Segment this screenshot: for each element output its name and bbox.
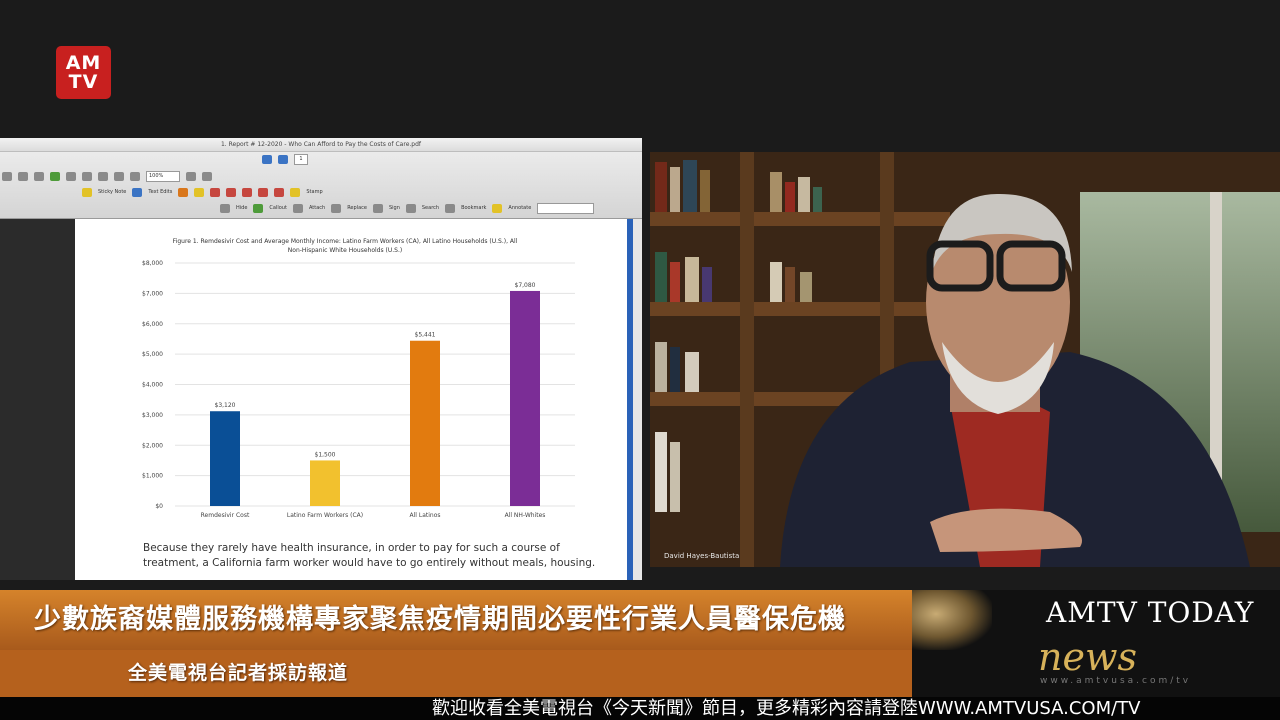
brand-url: www.amtvusa.com/tv	[1040, 676, 1192, 686]
bar	[310, 460, 340, 506]
bookmark-label[interactable]: Bookmark	[461, 205, 486, 211]
zoom-field[interactable]: 100%	[146, 170, 180, 182]
highlight-icon[interactable]	[194, 187, 205, 197]
amtv-today-brand: AMTV TODAY news www.amtvusa.com/tv	[912, 590, 1280, 697]
brand-title: AMTV TODAY	[1046, 596, 1255, 629]
bookmark-icon[interactable]	[445, 203, 456, 213]
bar	[410, 340, 440, 506]
fit-page-icon[interactable]	[202, 171, 212, 181]
y-tick-label: $4,000	[142, 382, 163, 389]
sign-icon[interactable]	[372, 203, 383, 213]
subline-bar: 全美電視台記者採訪報道	[0, 650, 912, 697]
sidebar-icon[interactable]	[2, 171, 12, 181]
stamp-label[interactable]: Stamp	[306, 189, 322, 195]
attach-icon[interactable]	[292, 203, 303, 213]
sticky-note-icon[interactable]	[82, 187, 92, 197]
bar	[510, 290, 540, 506]
zoom-out-icon[interactable]	[82, 171, 92, 181]
replace-icon[interactable]	[331, 203, 342, 213]
pdf-page: Figure 1. Remdesivir Cost and Average Mo…	[75, 219, 627, 580]
text-edits-icon[interactable]	[132, 187, 143, 197]
x-category-label: Latino Farm Workers (CA)	[287, 512, 363, 519]
y-tick-label: $6,000	[142, 321, 163, 328]
logo-line-2: TV	[68, 70, 99, 93]
stamp-tool-icon[interactable]	[290, 187, 301, 197]
bar-value-label: $5,441	[415, 332, 436, 339]
share-icon[interactable]	[50, 171, 60, 181]
print-icon[interactable]	[18, 171, 28, 181]
rectangle-icon[interactable]	[226, 187, 237, 197]
subline-text: 全美電視台記者採訪報道	[128, 662, 349, 684]
pdf-toolbar: 1 100% Sticky Note Text Edits Stamp Hide…	[0, 152, 642, 219]
brand-news-wordmark: news	[1038, 635, 1137, 679]
document-caption: Because they rarely have health insuranc…	[143, 542, 596, 569]
x-category-label: All NH-Whites	[505, 512, 546, 519]
attach-label[interactable]: Attach	[309, 205, 325, 211]
email-icon[interactable]	[34, 171, 44, 181]
speaker-video-feed: David Hayes-Bautista	[650, 152, 1280, 567]
page-number-field[interactable]: 1	[294, 153, 308, 165]
x-category-label: Remdesivir Cost	[201, 512, 250, 519]
pdf-right-margin	[633, 219, 642, 580]
pdf-viewer-window: 1. Report # 12-2020 - Who Can Afford to …	[0, 138, 642, 580]
pdf-window-title: 1. Report # 12-2020 - Who Can Afford to …	[0, 138, 642, 152]
text-edits-label[interactable]: Text Edits	[148, 189, 172, 195]
x-category-label: All Latinos	[410, 512, 441, 519]
search-icon[interactable]	[405, 203, 416, 213]
oval-icon[interactable]	[242, 187, 253, 197]
zoom-in-icon[interactable]	[98, 171, 108, 181]
y-tick-label: $8,000	[142, 260, 163, 267]
news-ticker: 歡迎收看全美電視台《今天新聞》節目，更多精彩內容請登陸WWW.AMTVUSA.C…	[0, 697, 1280, 720]
y-tick-label: $5,000	[142, 351, 163, 358]
find-icon[interactable]	[66, 171, 76, 181]
headline-bar: 少數族裔媒體服務機構專家聚焦疫情期間必要性行業人員醫保危機	[0, 590, 912, 650]
next-page-icon[interactable]	[278, 154, 288, 164]
previous-page-icon[interactable]	[262, 154, 272, 164]
annotate-icon[interactable]	[492, 203, 503, 213]
fit-width-icon[interactable]	[186, 171, 196, 181]
brand-globe-graphic	[912, 590, 992, 650]
speaker-video-image	[650, 152, 1280, 567]
y-tick-label: $2,000	[142, 442, 163, 449]
pan-icon[interactable]	[130, 171, 140, 181]
replace-label[interactable]: Replace	[347, 205, 367, 211]
bar-value-label: $3,120	[215, 402, 236, 409]
bar-value-label: $1,500	[315, 451, 336, 458]
logo-line-1: AM	[65, 51, 102, 74]
y-tick-label: $3,000	[142, 412, 163, 419]
search-label[interactable]: Search	[422, 205, 439, 211]
hide-label[interactable]: Hide	[236, 205, 247, 211]
hide-icon[interactable]	[220, 203, 230, 213]
bar-value-label: $7,080	[515, 282, 536, 289]
stamp-icon[interactable]	[178, 187, 189, 197]
pencil-icon[interactable]	[274, 187, 285, 197]
annotate-label[interactable]: Annotate	[508, 205, 531, 211]
underline-icon[interactable]	[210, 187, 221, 197]
pdf-search-input[interactable]	[537, 202, 595, 214]
y-tick-label: $7,000	[142, 290, 163, 297]
y-tick-label: $0	[155, 503, 163, 510]
line-icon[interactable]	[258, 187, 269, 197]
bar-chart: $0 $1,000 $2,000 $3,000 $4,000 $5,000 $6,000 $7…	[142, 260, 575, 519]
magnify-icon[interactable]	[114, 171, 124, 181]
participant-name-label: David Hayes-Bautista	[664, 552, 740, 560]
callout-icon[interactable]	[253, 203, 264, 213]
news-ticker-text: 歡迎收看全美電視台《今天新聞》節目，更多精彩內容請登陸WWW.AMTVUSA.C…	[432, 698, 1141, 719]
callout-label[interactable]: Callout	[269, 205, 287, 211]
amtv-logo: AM TV	[56, 46, 111, 99]
headline-text: 少數族裔媒體服務機構專家聚焦疫情期間必要性行業人員醫保危機	[34, 604, 846, 635]
sticky-note-label[interactable]: Sticky Note	[98, 189, 126, 195]
sign-label[interactable]: Sign	[389, 205, 400, 211]
y-tick-label: $1,000	[142, 473, 163, 480]
bar	[210, 411, 240, 506]
